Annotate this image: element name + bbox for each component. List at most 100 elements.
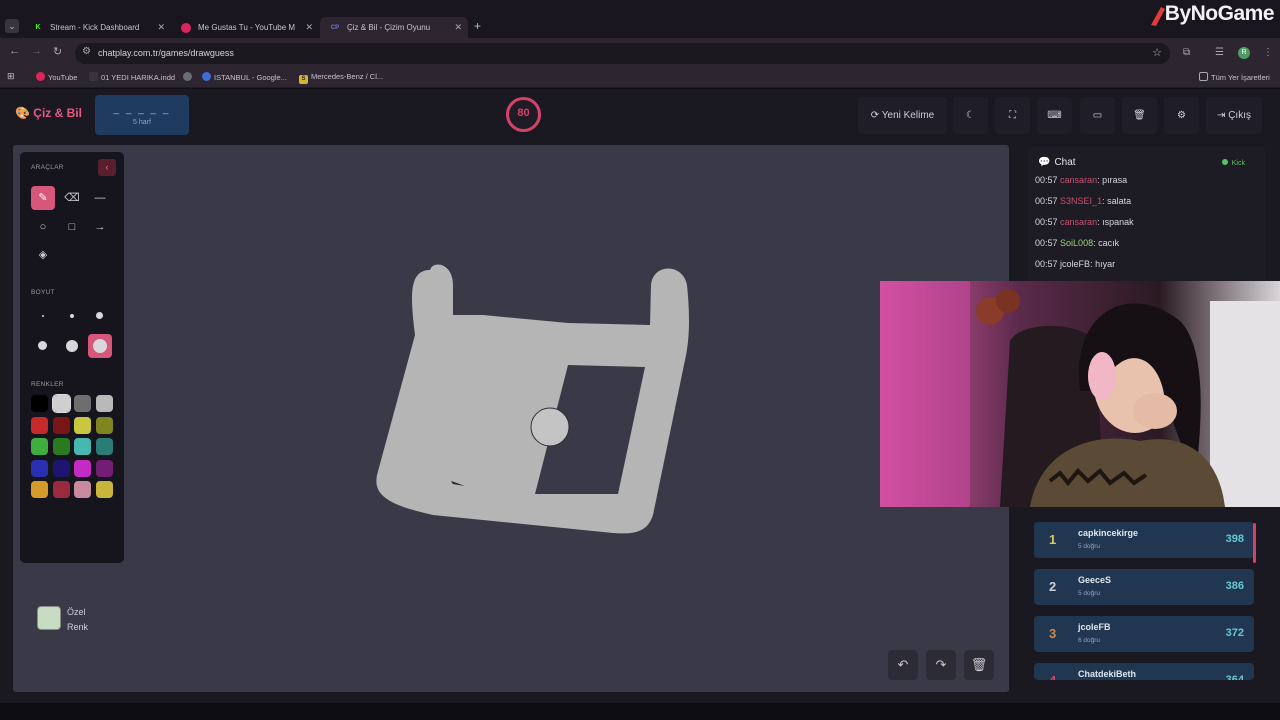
colors-title: RENKLER	[31, 381, 64, 388]
bookmark-istanbul[interactable]: ISTANBUL - Google...	[202, 72, 287, 82]
color-swatch[interactable]	[31, 481, 48, 498]
file-icon	[89, 72, 98, 81]
color-swatch[interactable]	[52, 481, 70, 498]
back-icon[interactable]: ←	[9, 45, 20, 57]
color-swatch[interactable]	[31, 459, 48, 477]
clear-canvas-button[interactable]: 🗑	[964, 650, 994, 680]
size-title: BOYUT	[31, 289, 55, 296]
close-icon[interactable]: ✕	[157, 17, 165, 38]
color-swatch[interactable]	[74, 438, 91, 455]
color-swatch[interactable]	[51, 394, 71, 413]
arrow-tool[interactable]: →	[88, 215, 112, 239]
collapse-panel-button[interactable]: ‹	[98, 159, 116, 176]
chat-message: 00:57 SoiL008: cacık	[1035, 238, 1120, 248]
game-logo[interactable]: 🎨 Çiz & Bil	[15, 106, 82, 120]
color-swatch[interactable]	[52, 459, 70, 477]
chatplay-icon: CP	[330, 25, 340, 31]
color-swatch[interactable]	[31, 395, 48, 412]
drawing-canvas[interactable]	[13, 145, 1009, 692]
apps-grid-icon[interactable]: ⊞	[7, 71, 15, 82]
profile-avatar[interactable]: R	[1238, 47, 1250, 59]
eraser-icon: ⌫	[64, 192, 80, 204]
chat-message: 00:57 jcoleFB: hıyar	[1035, 259, 1116, 269]
tab-ciz-bil[interactable]: CP Çiz & Bil - Çizim Oyunu ✕	[320, 17, 468, 38]
size-option-6[interactable]	[88, 334, 112, 358]
bottom-bar	[0, 703, 1280, 720]
dark-mode-button[interactable]: ☾	[953, 97, 988, 134]
color-swatch[interactable]	[95, 395, 113, 412]
fill-tool[interactable]: ◈	[31, 243, 55, 267]
s-icon: S	[299, 75, 308, 84]
youtube-music-icon	[181, 23, 191, 33]
player-score: 372	[1225, 627, 1244, 639]
player-rank: 4	[1049, 673, 1056, 680]
color-swatch[interactable]	[52, 438, 70, 455]
undo-button[interactable]: ↶	[888, 650, 918, 680]
bookmark-youtube[interactable]: YouTube	[36, 72, 77, 82]
color-swatch[interactable]	[74, 416, 91, 434]
extensions-icon[interactable]: ⧉	[1183, 47, 1190, 58]
tab-youtube[interactable]: Me Gustas Tu - YouTube M ✕	[171, 17, 319, 38]
custom-color-swatch[interactable]	[37, 606, 61, 630]
bookmark-mercedes[interactable]: S Mercedes-Benz / Cl...	[299, 72, 383, 84]
tab-search-icon[interactable]: ⌄	[5, 19, 19, 33]
watermark: ByNoGame	[1164, 2, 1275, 25]
globe-icon	[183, 72, 192, 81]
archive-icon: ▭	[1092, 110, 1103, 121]
message-user[interactable]: jcoleFB	[1060, 259, 1090, 269]
color-swatch[interactable]	[52, 416, 70, 434]
color-swatch[interactable]	[31, 416, 48, 434]
size-option-1[interactable]	[31, 304, 55, 328]
bookmark-globe[interactable]	[183, 72, 195, 82]
fullscreen-button[interactable]: ⛶	[995, 97, 1030, 134]
color-swatch[interactable]	[95, 481, 113, 498]
message-user[interactable]: SoiL008	[1060, 238, 1093, 248]
line-tool[interactable]: —	[88, 186, 112, 210]
message-text: cacık	[1098, 238, 1120, 248]
reload-icon[interactable]: ↻	[53, 45, 62, 58]
color-swatch[interactable]	[74, 481, 91, 498]
trash-icon: 🗑	[1133, 110, 1146, 121]
message-text: pırasa	[1102, 175, 1128, 185]
size-option-3[interactable]	[88, 304, 112, 328]
forward-icon[interactable]: →	[31, 45, 42, 57]
close-icon[interactable]: ✕	[305, 17, 313, 38]
new-word-button[interactable]: ⟳ Yeni Kelime	[858, 97, 947, 134]
message-user[interactable]: S3NSEI_1	[1060, 196, 1102, 206]
color-swatch[interactable]	[95, 459, 113, 477]
tab-kick-dashboard[interactable]: K Stream - Kick Dashboard ✕	[23, 17, 171, 38]
refresh-icon: ⟳	[870, 110, 880, 121]
color-swatch[interactable]	[95, 438, 113, 455]
custom-color-label[interactable]: Özel Renk	[67, 605, 88, 635]
clear-button[interactable]: 🗑	[1122, 97, 1157, 134]
size-option-5[interactable]	[60, 334, 84, 358]
rectangle-tool[interactable]: □	[60, 215, 84, 239]
pen-tool[interactable]: ✎	[31, 186, 55, 210]
bookmark-yedi-harika[interactable]: 01 YEDI HARIKA.indd	[89, 72, 175, 82]
message-user[interactable]: cansaran	[1060, 217, 1097, 227]
eraser-tool[interactable]: ⌫	[60, 186, 84, 210]
sign-out-icon: ⇥	[1217, 110, 1226, 121]
color-swatch[interactable]	[74, 459, 91, 477]
redo-button[interactable]: ↷	[926, 650, 956, 680]
settings-button[interactable]: ⚙	[1164, 97, 1199, 134]
color-swatch[interactable]	[95, 416, 113, 434]
exit-button[interactable]: ⇥ Çıkış	[1206, 97, 1262, 134]
address-bar[interactable]: ⚙ chatplay.com.tr/games/drawguess ☆	[75, 43, 1170, 64]
bookmark-star-icon[interactable]: ☆	[1152, 46, 1162, 59]
leaderboard-scrollbar[interactable]	[1253, 523, 1256, 563]
archive-button[interactable]: ▭	[1080, 97, 1115, 134]
color-swatch[interactable]	[74, 395, 91, 412]
site-info-icon[interactable]: ⚙	[82, 46, 91, 57]
all-bookmarks[interactable]: Tüm Yer İşaretleri	[1199, 72, 1270, 82]
menu-icon[interactable]: ⋮	[1263, 47, 1273, 58]
tab-groups-icon[interactable]: ☰	[1215, 47, 1224, 58]
circle-tool[interactable]: ○	[31, 215, 55, 239]
close-icon[interactable]: ✕	[454, 17, 462, 38]
new-tab-icon[interactable]: +	[474, 19, 481, 33]
size-option-2[interactable]	[60, 304, 84, 328]
message-user[interactable]: cansaran	[1060, 175, 1097, 185]
keyboard-button[interactable]: ⌨	[1037, 97, 1072, 134]
size-option-4[interactable]	[31, 334, 55, 358]
color-swatch[interactable]	[31, 438, 48, 455]
